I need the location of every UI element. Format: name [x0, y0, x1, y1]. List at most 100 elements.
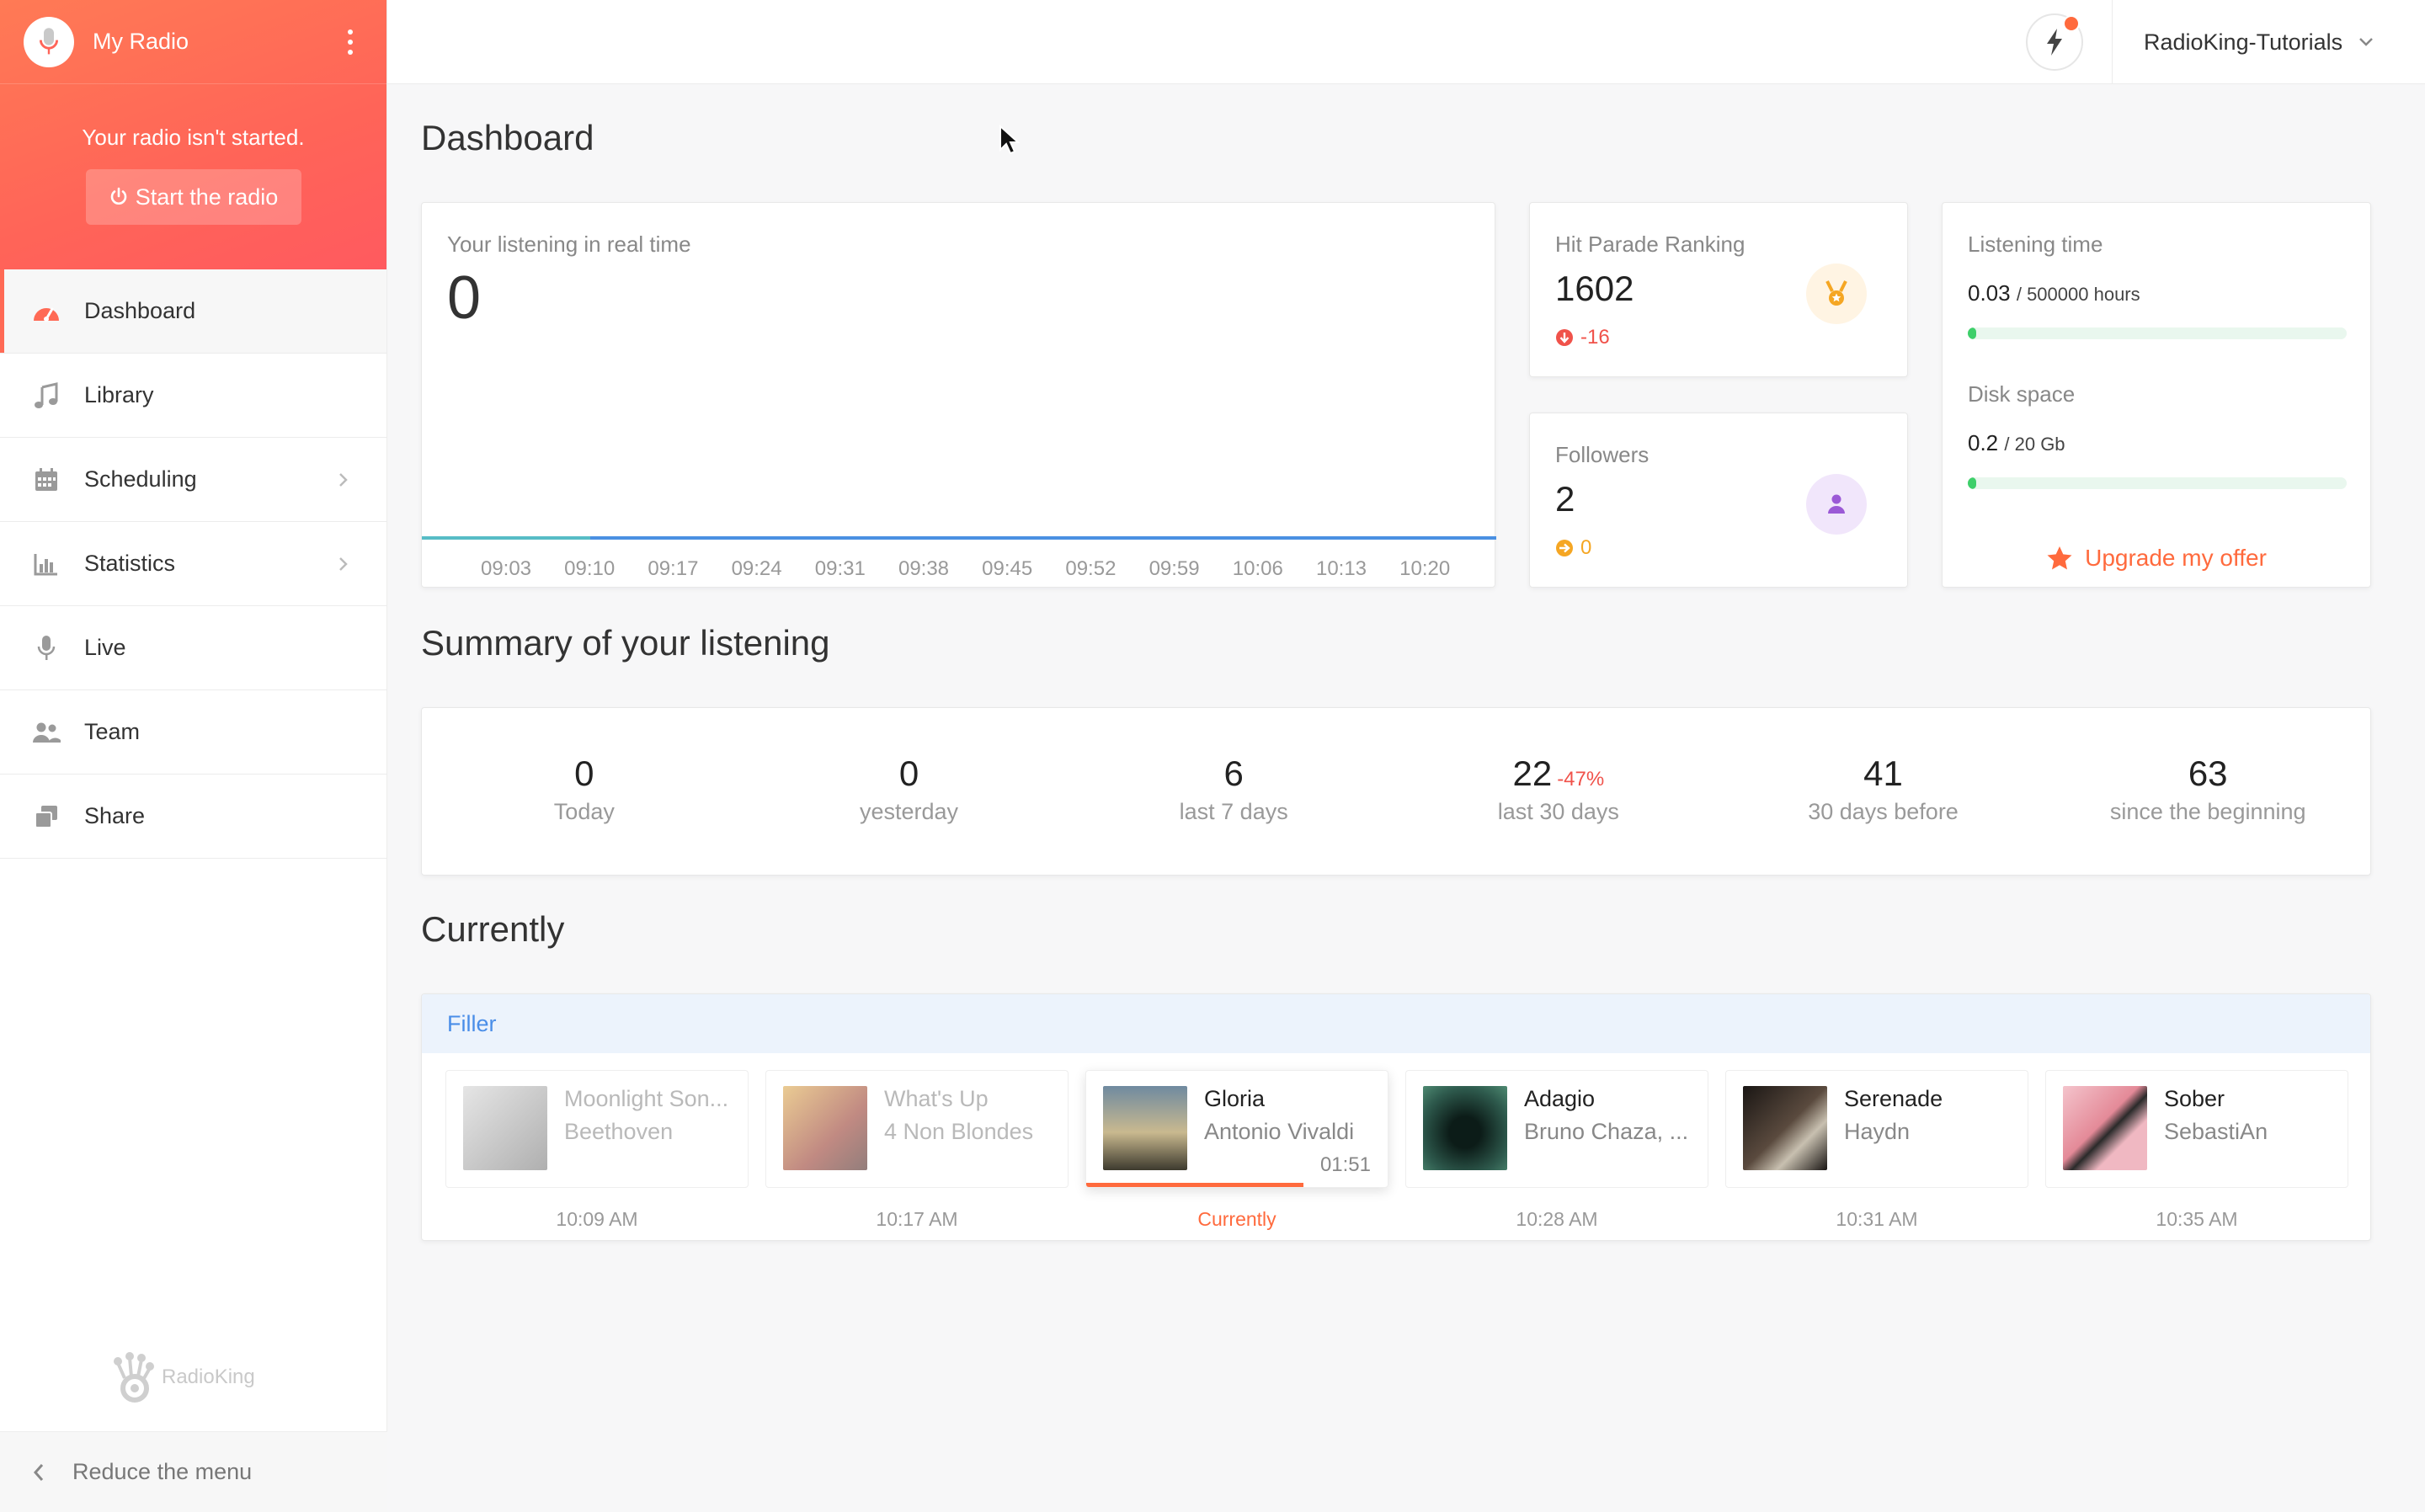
main-menu: Dashboard Library Scheduling Statistics … [0, 269, 386, 859]
realtime-time-tick: 09:24 [732, 557, 782, 580]
track-card[interactable]: What's Up 4 Non Blondes [765, 1070, 1069, 1188]
power-icon [110, 187, 126, 205]
track-artist: Antonio Vivaldi [1204, 1119, 1355, 1144]
reduce-menu-label: Reduce the menu [72, 1459, 253, 1484]
microphone-icon [30, 632, 62, 664]
chevron-right-icon [338, 471, 349, 488]
mouse-cursor-icon [999, 125, 1021, 155]
disk-space-label: Disk space [1968, 381, 2076, 407]
notifications-button[interactable] [2026, 13, 2083, 71]
sidebar-item-label: Share [84, 803, 146, 828]
track-progress-bar [1086, 1183, 1303, 1187]
account-dropdown[interactable]: RadioKing-Tutorials [2144, 0, 2374, 84]
account-name: RadioKing-Tutorials [2144, 29, 2343, 55]
track-card[interactable]: Adagio Bruno Chaza, ... [1405, 1070, 1708, 1188]
sidebar-item-scheduling[interactable]: Scheduling [0, 438, 386, 522]
track-title: Sober [2164, 1086, 2225, 1111]
start-radio-button[interactable]: Start the radio [85, 169, 301, 225]
listening-time-total: / 500000 hours [2016, 284, 2140, 305]
track-artist: Beethoven [564, 1119, 674, 1144]
sidebar-item-label: Team [84, 719, 141, 744]
track-card[interactable]: Sober SebastiAn [2045, 1070, 2348, 1188]
followers-value: 2 [1555, 479, 1575, 519]
sidebar-item-team[interactable]: Team [0, 690, 386, 775]
sidebar-item-dashboard[interactable]: Dashboard [0, 269, 386, 354]
disk-space-used: 0.2 [1968, 430, 1999, 455]
album-cover [783, 1086, 867, 1170]
page-title: Dashboard [421, 118, 594, 157]
disk-space-bar [1968, 477, 2347, 489]
track-card[interactable]: Serenade Haydn [1725, 1070, 2028, 1188]
realtime-time-tick: 09:10 [564, 557, 615, 580]
track-time: 10:17 AM [876, 1208, 958, 1230]
upgrade-offer-label: Upgrade my offer [2085, 545, 2267, 571]
track-artist: SebastiAn [2164, 1119, 2268, 1144]
medal-icon [1806, 264, 1867, 324]
listening-time-bar-fill [1968, 327, 1976, 339]
summary-stat-yesterday: 0 yesterday [747, 708, 1072, 875]
track-item: Moonlight Son... Beethoven 10:09 AM [445, 1070, 749, 1231]
summary-stat-label: 30 days before [1808, 799, 1959, 824]
hit-parade-label: Hit Parade Ranking [1555, 232, 1745, 257]
listening-time-used: 0.03 [1968, 280, 2011, 306]
track-artist: Haydn [1844, 1119, 1911, 1144]
playlist-name[interactable]: Filler [422, 994, 2370, 1053]
realtime-chart: 09:03 09:10 09:17 09:24 09:31 09:38 09:45 09:52… [422, 536, 1496, 580]
sidebar-item-label: Dashboard [84, 298, 196, 323]
followers-card[interactable]: Followers 2 0 [1529, 413, 1908, 588]
track-time: 10:35 AM [2156, 1208, 2238, 1230]
summary-stat-label: last 30 days [1497, 799, 1619, 824]
track-item: Serenade Haydn 10:31 AM [1725, 1070, 2028, 1231]
hit-parade-card[interactable]: Hit Parade Ranking 1602 -16 [1529, 202, 1908, 377]
chevron-left-icon [32, 1462, 45, 1483]
summary-stat-value: 0 [898, 753, 919, 793]
summary-card: 0 Today 0 yesterday 6 last 7 days 22 -47%… [421, 707, 2371, 876]
share-icon [30, 801, 62, 833]
sidebar-item-label: Statistics [84, 551, 176, 576]
track-time: 10:28 AM [1516, 1208, 1598, 1230]
track-title: Moonlight Son... [564, 1086, 729, 1111]
album-cover [1743, 1086, 1827, 1170]
summary-stat-delta: -47% [1557, 768, 1605, 791]
summary-stat-label: Today [553, 799, 615, 824]
summary-stat-label: last 7 days [1179, 799, 1288, 824]
listening-time-value: 0.03 / 500000 hours [1968, 280, 2140, 306]
disk-space-value: 0.2 / 20 Gb [1968, 430, 2065, 456]
start-radio-label: Start the radio [135, 184, 279, 210]
track-title: Adagio [1524, 1086, 1596, 1111]
music-note-icon [30, 380, 62, 412]
track-item: Sober SebastiAn 10:35 AM [2045, 1070, 2348, 1231]
realtime-value: 0 [447, 264, 482, 332]
sidebar: My Radio Your radio isn't started. Start… [0, 0, 387, 1512]
track-card[interactable]: Gloria Antonio Vivaldi 01:51 [1085, 1070, 1388, 1188]
followers-delta: 0 [1555, 536, 1591, 560]
sidebar-item-share[interactable]: Share [0, 775, 386, 859]
sidebar-item-label: Live [84, 635, 126, 660]
upgrade-offer-link[interactable]: Upgrade my offer [1943, 545, 2370, 572]
sidebar-item-statistics[interactable]: Statistics [0, 522, 386, 606]
gauge-icon [30, 295, 62, 327]
summary-stat-value: 41 [1863, 753, 1903, 793]
summary-title: Summary of your listening [421, 623, 830, 663]
track-card[interactable]: Moonlight Son... Beethoven [445, 1070, 749, 1188]
sidebar-item-library[interactable]: Library [0, 354, 386, 438]
radio-header: My Radio Your radio isn't started. Start… [0, 0, 386, 269]
arrow-right-circle-icon [1556, 540, 1573, 556]
followers-label: Followers [1555, 442, 1650, 467]
radio-name[interactable]: My Radio [93, 29, 338, 55]
sidebar-item-live[interactable]: Live [0, 606, 386, 690]
currently-title: Currently [421, 909, 565, 949]
top-bar: RadioKing-Tutorials [387, 0, 2425, 84]
more-options-icon[interactable] [338, 25, 363, 59]
realtime-label: Your listening in real time [447, 232, 691, 257]
users-icon [30, 716, 62, 748]
track-time: 10:31 AM [1836, 1208, 1918, 1230]
radio-avatar[interactable] [24, 16, 74, 67]
arrow-down-circle-icon [1556, 329, 1573, 346]
top-divider [2112, 0, 2113, 84]
radio-brand: My Radio [0, 0, 386, 84]
track-title: Serenade [1844, 1086, 1943, 1111]
summary-stat-value: 63 [2188, 753, 2228, 793]
reduce-menu-button[interactable]: Reduce the menu [0, 1431, 387, 1512]
track-time: 10:09 AM [556, 1208, 638, 1230]
